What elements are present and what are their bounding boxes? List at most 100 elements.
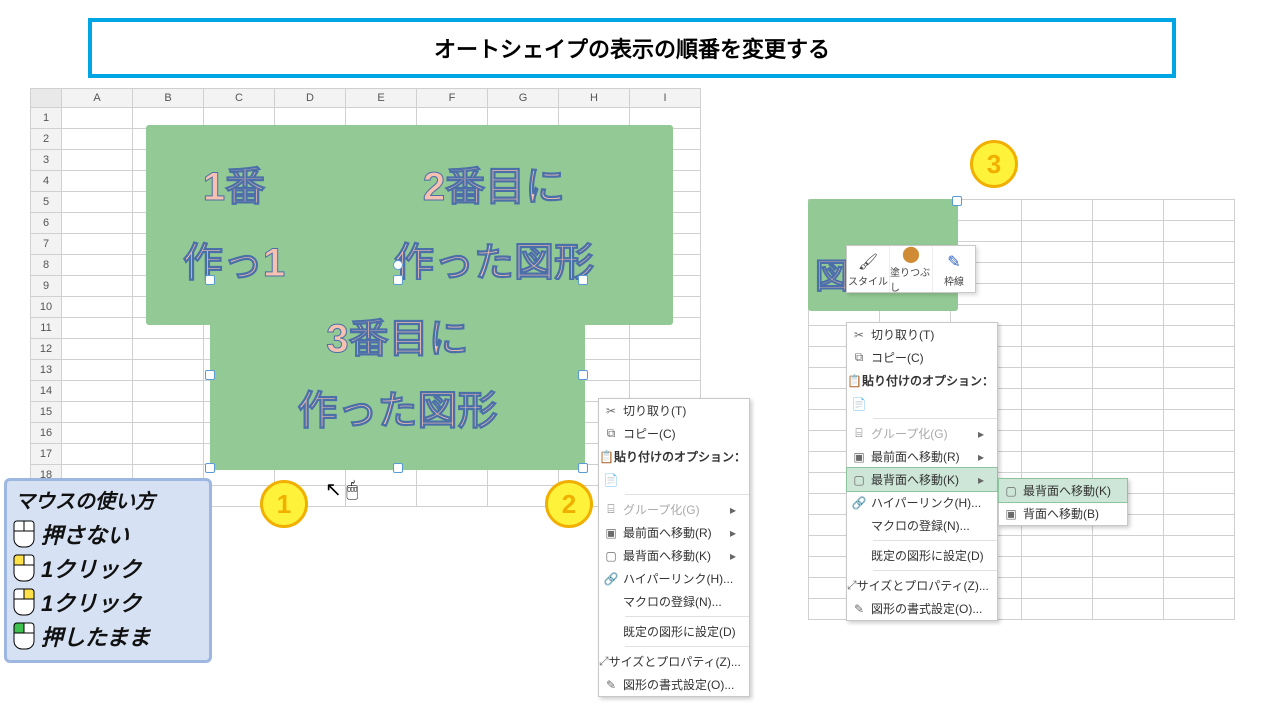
row-header[interactable]: 14 <box>31 381 62 402</box>
cell[interactable] <box>62 213 133 234</box>
cell[interactable] <box>1093 200 1164 221</box>
menu-copy[interactable]: ⧉ コピー(C) <box>599 422 749 445</box>
menu-send-to-back[interactable]: ▢ 最背面へ移動(K) ▸ <box>599 544 749 567</box>
column-header[interactable]: G <box>488 89 559 108</box>
column-header[interactable]: A <box>62 89 133 108</box>
menu-paste-options[interactable]: 📋 貼り付けのオプション： <box>599 445 749 468</box>
menu-assign-macro[interactable]: マクロの登録(N)... <box>599 590 749 613</box>
cell[interactable] <box>1022 431 1093 452</box>
selection-handle[interactable] <box>205 275 215 285</box>
cell[interactable] <box>1164 389 1235 410</box>
menu-size-properties[interactable]: ⤢ サイズとプロパティ(Z)... <box>599 650 749 673</box>
menu-bring-to-front[interactable]: ▣ 最前面へ移動(R) ▸ <box>599 521 749 544</box>
selection-handle[interactable] <box>578 370 588 380</box>
cell[interactable] <box>62 339 133 360</box>
cell[interactable] <box>1093 557 1164 578</box>
cell[interactable] <box>1093 347 1164 368</box>
cell[interactable] <box>133 360 204 381</box>
row-header[interactable]: 3 <box>31 150 62 171</box>
menu-size-properties[interactable]: ⤢ サイズとプロパティ(Z)... <box>847 574 997 597</box>
selection-handle[interactable] <box>952 196 962 206</box>
cell[interactable] <box>62 297 133 318</box>
column-header[interactable]: B <box>133 89 204 108</box>
menu-hyperlink[interactable]: 🔗 ハイパーリンク(H)... <box>599 567 749 590</box>
cell[interactable] <box>1022 599 1093 620</box>
cell[interactable] <box>1164 305 1235 326</box>
menu-assign-macro[interactable]: マクロの登録(N)... <box>847 514 997 537</box>
menu-paste-picture[interactable]: 📄 <box>847 392 997 415</box>
cell[interactable] <box>62 171 133 192</box>
mini-toolbar[interactable]: 🖌 スタイル ⬤ 塗りつぶし ✎ 枠線 <box>846 245 976 293</box>
menu-send-to-back[interactable]: ▢ 最背面へ移動(K) ▸ <box>846 467 998 492</box>
cell[interactable] <box>1093 263 1164 284</box>
selection-handle[interactable] <box>393 275 403 285</box>
column-header[interactable]: C <box>204 89 275 108</box>
menu-cut[interactable]: ✂ 切り取り(T) <box>847 323 997 346</box>
cell[interactable] <box>133 423 204 444</box>
cell[interactable] <box>62 402 133 423</box>
row-header[interactable]: 9 <box>31 276 62 297</box>
column-header[interactable]: F <box>417 89 488 108</box>
selection-handle[interactable] <box>578 463 588 473</box>
cell[interactable] <box>1164 326 1235 347</box>
cell[interactable] <box>1164 242 1235 263</box>
menu-format-shape[interactable]: ✎ 図形の書式設定(O)... <box>847 597 997 620</box>
cell[interactable] <box>1093 599 1164 620</box>
cell[interactable] <box>1022 347 1093 368</box>
mini-toolbar-style[interactable]: 🖌 スタイル <box>847 246 890 292</box>
cell[interactable] <box>1022 242 1093 263</box>
cell[interactable] <box>1093 305 1164 326</box>
cell[interactable] <box>1022 536 1093 557</box>
cell[interactable] <box>1164 200 1235 221</box>
selection-handle[interactable] <box>205 370 215 380</box>
row-header[interactable]: 11 <box>31 318 62 339</box>
cell[interactable] <box>1164 536 1235 557</box>
cell[interactable] <box>1164 515 1235 536</box>
cell[interactable] <box>62 150 133 171</box>
cell[interactable] <box>1093 389 1164 410</box>
cell[interactable] <box>1022 326 1093 347</box>
cell[interactable] <box>133 381 204 402</box>
rotation-handle[interactable] <box>393 260 403 270</box>
cell[interactable] <box>1164 347 1235 368</box>
cell[interactable] <box>1022 221 1093 242</box>
cell[interactable] <box>1164 557 1235 578</box>
cell[interactable] <box>417 486 488 507</box>
context-menu-1[interactable]: ✂ 切り取り(T) ⧉ コピー(C) 📋 貼り付けのオプション： 📄 ⌸ グルー… <box>598 398 750 697</box>
cell[interactable] <box>1093 410 1164 431</box>
cell[interactable] <box>1093 431 1164 452</box>
cell[interactable] <box>1164 431 1235 452</box>
row-header[interactable]: 17 <box>31 444 62 465</box>
cell[interactable] <box>133 339 204 360</box>
cell[interactable] <box>1164 578 1235 599</box>
row-header[interactable]: 6 <box>31 213 62 234</box>
cell[interactable] <box>1093 242 1164 263</box>
cell[interactable] <box>62 423 133 444</box>
cell[interactable] <box>62 318 133 339</box>
row-header[interactable]: 7 <box>31 234 62 255</box>
row-header[interactable]: 4 <box>31 171 62 192</box>
selection-handle[interactable] <box>578 275 588 285</box>
row-header[interactable]: 16 <box>31 423 62 444</box>
menu-hyperlink[interactable]: 🔗 ハイパーリンク(H)... <box>847 491 997 514</box>
cell[interactable] <box>1164 473 1235 494</box>
cell[interactable] <box>62 108 133 129</box>
cell[interactable] <box>1093 578 1164 599</box>
cell[interactable] <box>62 360 133 381</box>
cell[interactable] <box>133 402 204 423</box>
cell[interactable] <box>1022 452 1093 473</box>
row-header[interactable]: 8 <box>31 255 62 276</box>
column-header[interactable]: E <box>346 89 417 108</box>
cell[interactable] <box>62 381 133 402</box>
cell[interactable] <box>1022 368 1093 389</box>
cell[interactable] <box>1164 284 1235 305</box>
cell[interactable] <box>1164 368 1235 389</box>
column-header[interactable]: I <box>630 89 701 108</box>
cell[interactable] <box>1022 578 1093 599</box>
row-header[interactable]: 15 <box>31 402 62 423</box>
cell[interactable] <box>1022 557 1093 578</box>
selection-handle[interactable] <box>205 463 215 473</box>
cell[interactable] <box>62 444 133 465</box>
menu-bring-to-front[interactable]: ▣ 最前面へ移動(R) ▸ <box>847 445 997 468</box>
mini-toolbar-outline[interactable]: ✎ 枠線 <box>933 246 975 292</box>
